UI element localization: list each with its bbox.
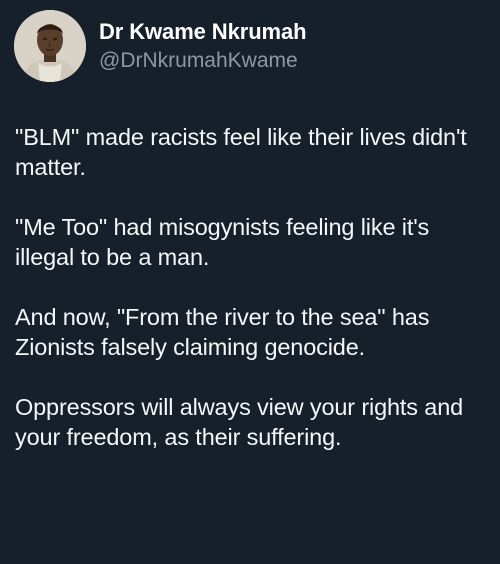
author-names: Dr Kwame Nkrumah @DrNkrumahKwame (99, 17, 307, 75)
tweet-paragraph: "BLM" made racists feel like their lives… (15, 124, 467, 180)
author-display-name[interactable]: Dr Kwame Nkrumah (99, 17, 307, 47)
tweet-card: Dr Kwame Nkrumah @DrNkrumahKwame "BLM" m… (0, 0, 500, 564)
tweet-text: "BLM" made racists feel like their lives… (15, 122, 485, 452)
tweet-paragraph: And now, "From the river to the sea" has… (15, 304, 430, 360)
avatar[interactable] (14, 10, 86, 82)
author-handle[interactable]: @DrNkrumahKwame (99, 47, 306, 75)
tweet-paragraph: Oppressors will always view your rights … (15, 394, 464, 450)
avatar-portrait-image (14, 10, 86, 82)
tweet-header: Dr Kwame Nkrumah @DrNkrumahKwame (14, 10, 307, 82)
tweet-paragraph: "Me Too" had misogynists feeling like it… (15, 214, 430, 270)
